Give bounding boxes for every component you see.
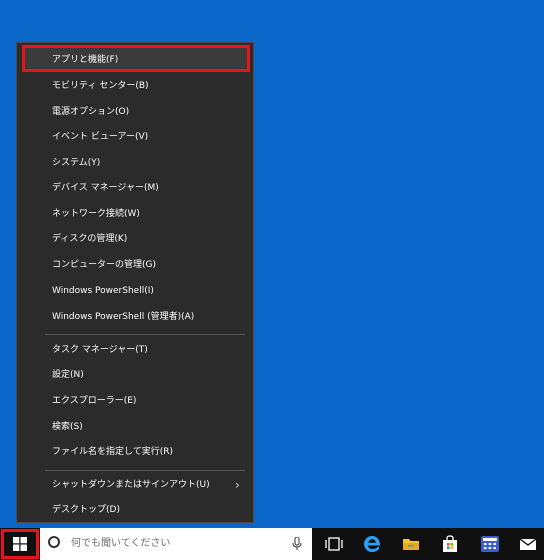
menu-item-device-manager[interactable]: デバイス マネージャー(M) xyxy=(17,176,253,201)
calculator-icon xyxy=(481,536,499,552)
file-explorer-button[interactable] xyxy=(395,528,427,560)
menu-item-mobility-center[interactable]: モビリティ センター(B) xyxy=(17,74,253,99)
mail-button[interactable] xyxy=(512,528,544,560)
windows-start-icon xyxy=(13,537,27,551)
menu-item-label: デスクトップ(D) xyxy=(52,505,120,515)
menu-item-label: タスク マネージャー(T) xyxy=(52,345,148,355)
mail-icon xyxy=(519,538,537,550)
menu-item-label: コンピューターの管理(G) xyxy=(52,260,156,270)
menu-separator xyxy=(45,470,245,471)
menu-item-label: エクスプローラー(E) xyxy=(52,396,137,406)
menu-item-label: ディスクの管理(K) xyxy=(52,234,128,244)
search-placeholder: 何でも聞いてください xyxy=(71,538,171,549)
taskbar: 何でも聞いてください xyxy=(0,528,544,560)
start-button[interactable] xyxy=(0,528,40,560)
menu-item-network-connections[interactable]: ネットワーク接続(W) xyxy=(17,202,253,227)
edge-button[interactable] xyxy=(356,528,388,560)
menu-item-shutdown-signout[interactable]: シャットダウンまたはサインアウト(U) › xyxy=(17,473,253,498)
menu-item-label: ネットワーク接続(W) xyxy=(52,209,140,219)
menu-item-task-manager[interactable]: タスク マネージャー(T) xyxy=(17,338,253,363)
store-button[interactable] xyxy=(434,528,466,560)
menu-item-label: 電源オプション(O) xyxy=(52,107,130,117)
task-view-button[interactable] xyxy=(318,528,350,560)
menu-item-label: Windows PowerShell(I) xyxy=(52,286,154,296)
menu-item-power-options[interactable]: 電源オプション(O) xyxy=(17,100,253,125)
menu-item-search[interactable]: 検索(S) xyxy=(17,415,253,440)
edge-icon xyxy=(364,536,381,552)
menu-item-event-viewer[interactable]: イベント ビューアー(V) xyxy=(17,125,253,150)
menu-item-powershell[interactable]: Windows PowerShell(I) xyxy=(17,279,253,304)
menu-separator xyxy=(45,334,245,335)
task-view-icon xyxy=(325,537,343,551)
menu-item-label: アプリと機能(F) xyxy=(52,55,119,65)
chevron-right-icon: › xyxy=(235,478,240,492)
menu-item-label: 検索(S) xyxy=(52,422,83,432)
search-input[interactable]: 何でも聞いてください xyxy=(40,528,312,560)
menu-item-label: イベント ビューアー(V) xyxy=(52,132,149,142)
menu-item-label: 設定(N) xyxy=(52,370,84,380)
menu-item-system[interactable]: システム(Y) xyxy=(17,151,253,176)
menu-item-computer-management[interactable]: コンピューターの管理(G) xyxy=(17,253,253,278)
menu-item-desktop[interactable]: デスクトップ(D) xyxy=(17,498,253,523)
calculator-button[interactable] xyxy=(474,528,506,560)
microphone-icon[interactable] xyxy=(292,537,302,551)
power-user-menu: アプリと機能(F) モビリティ センター(B) 電源オプション(O) イベント … xyxy=(16,42,254,523)
search-icon xyxy=(48,536,60,548)
menu-item-run[interactable]: ファイル名を指定して実行(R) xyxy=(17,440,253,465)
menu-item-label: シャットダウンまたはサインアウト(U) xyxy=(52,480,210,490)
menu-item-apps-features[interactable]: アプリと機能(F) xyxy=(17,48,253,73)
file-explorer-icon xyxy=(403,539,419,550)
menu-item-settings[interactable]: 設定(N) xyxy=(17,363,253,388)
menu-item-explorer[interactable]: エクスプローラー(E) xyxy=(17,389,253,414)
menu-item-label: デバイス マネージャー(M) xyxy=(52,183,159,193)
menu-item-label: システム(Y) xyxy=(52,158,101,168)
menu-item-label: ファイル名を指定して実行(R) xyxy=(52,447,174,457)
menu-item-disk-management[interactable]: ディスクの管理(K) xyxy=(17,227,253,252)
menu-item-label: モビリティ センター(B) xyxy=(52,81,149,91)
store-icon xyxy=(443,535,457,552)
menu-item-powershell-admin[interactable]: Windows PowerShell (管理者)(A) xyxy=(17,305,253,330)
menu-item-label: Windows PowerShell (管理者)(A) xyxy=(52,312,195,322)
